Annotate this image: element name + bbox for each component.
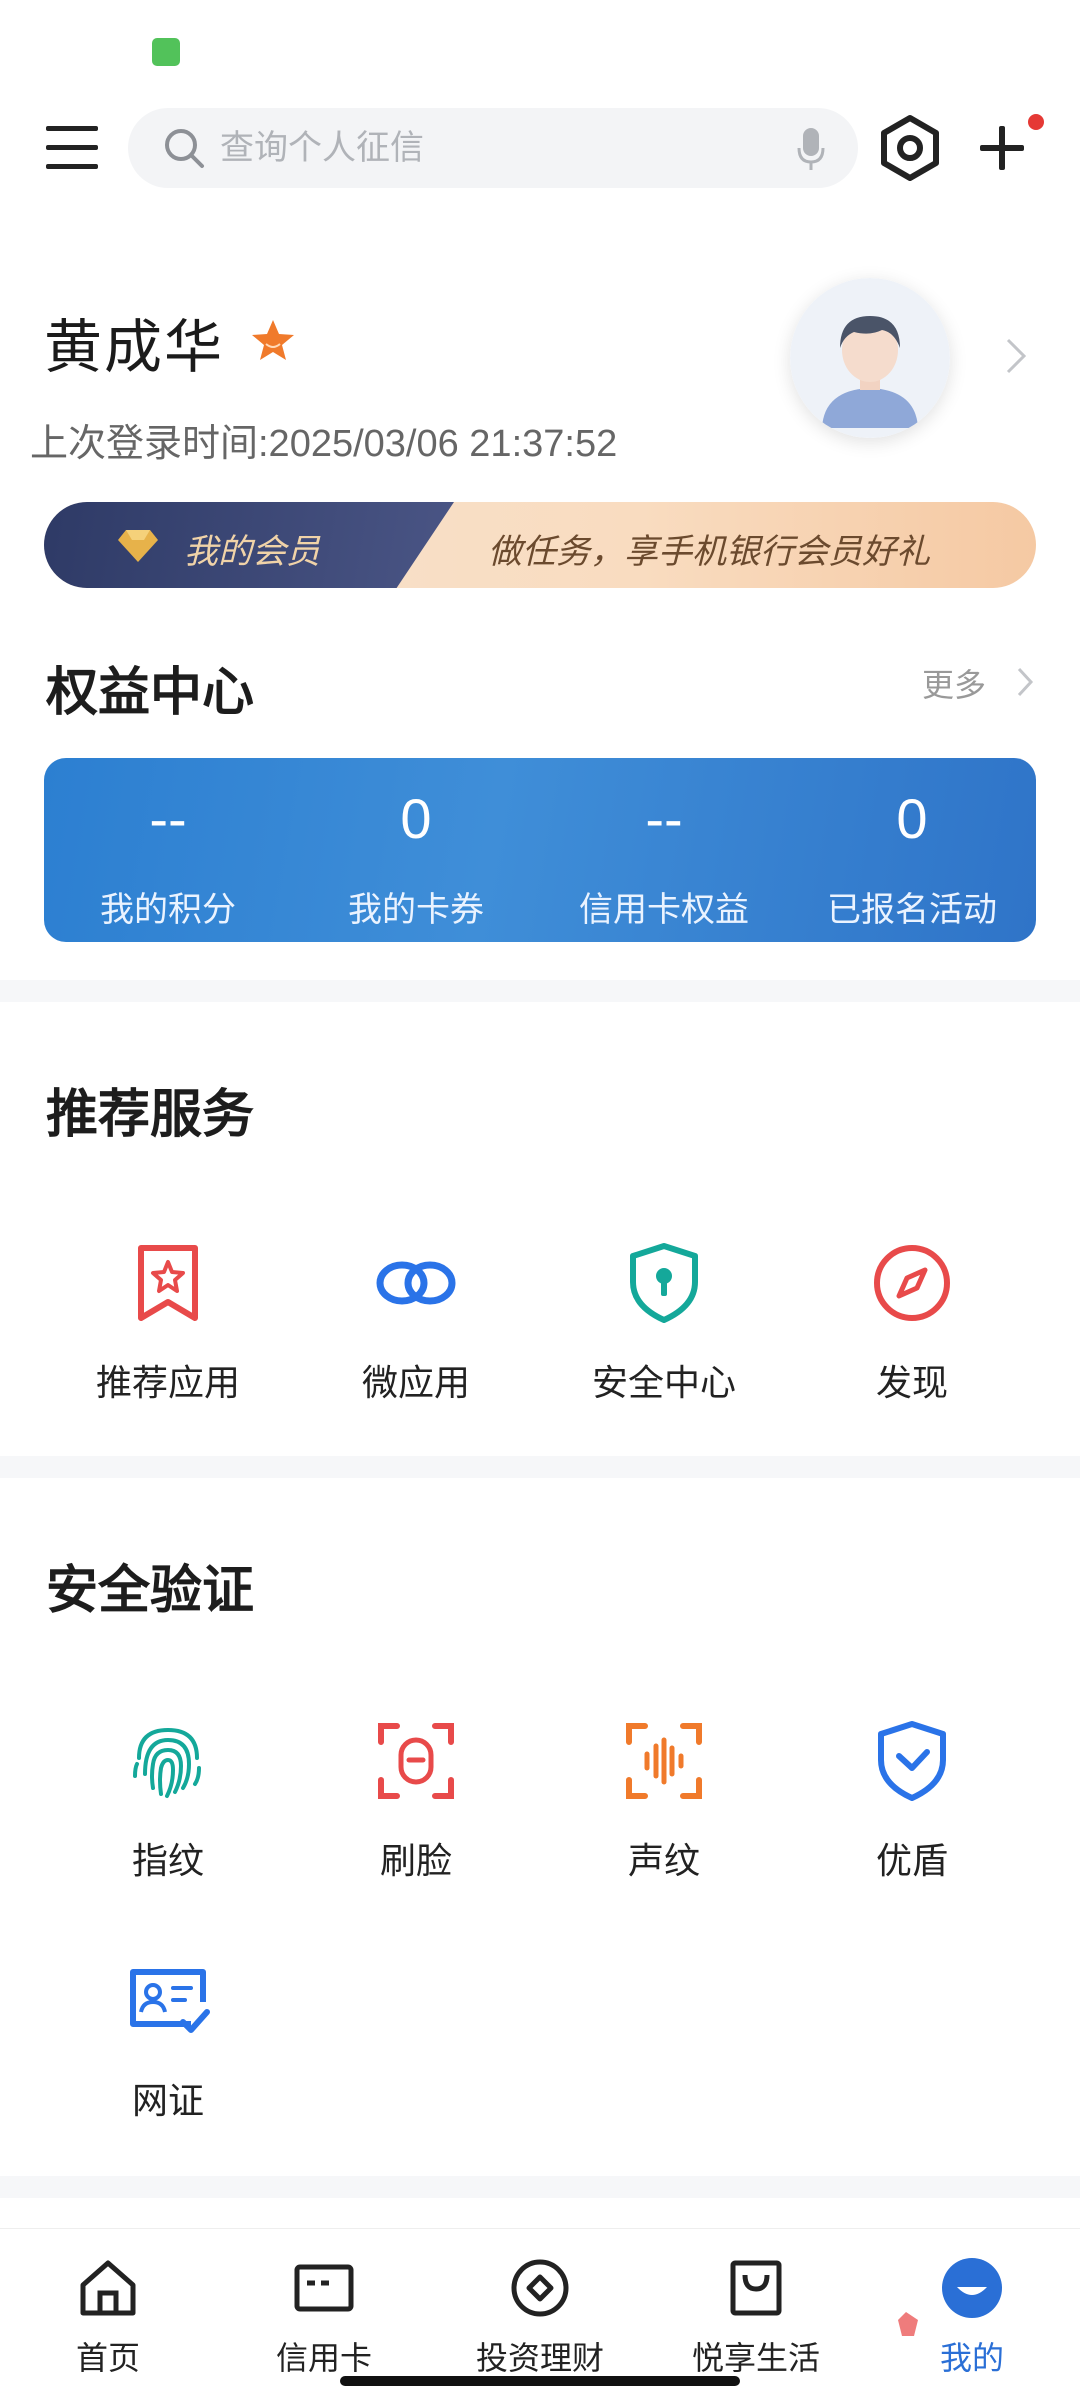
tab-label: 信用卡 bbox=[275, 2340, 372, 2376]
avatar[interactable] bbox=[790, 278, 950, 438]
member-slogan: 做任务，享手机银行会员好礼 bbox=[488, 533, 930, 571]
bookmark-star-icon bbox=[138, 1245, 198, 1321]
top-bar: 查询个人征信 bbox=[0, 100, 1080, 196]
settings-hexagon-icon[interactable] bbox=[876, 114, 944, 182]
rights-label: 已报名活动 bbox=[827, 891, 997, 929]
security-ushield[interactable]: 优盾 bbox=[788, 1718, 1036, 1884]
investment-icon bbox=[511, 2259, 569, 2317]
face-scan-icon bbox=[378, 1723, 454, 1799]
tab-label: 首页 bbox=[75, 2340, 140, 2376]
security-network-id[interactable]: 网证 bbox=[44, 1958, 292, 2124]
id-card-check-icon bbox=[130, 1969, 210, 2033]
member-label: 我的会员 bbox=[184, 533, 320, 571]
shield-check-icon bbox=[878, 1721, 946, 1801]
recommended-title: 推荐服务 bbox=[46, 1086, 255, 1144]
credit-card-icon bbox=[294, 2264, 354, 2312]
rights-value: 0 bbox=[896, 787, 928, 850]
security-label: 优盾 bbox=[875, 1840, 948, 1881]
shopping-bag-icon bbox=[730, 2260, 782, 2316]
tab-home[interactable]: 首页 bbox=[0, 2257, 216, 2379]
service-label: 推荐应用 bbox=[95, 1362, 240, 1403]
profile-header[interactable]: 黄成华 上次登录时间:2025/03/06 21:37:52 bbox=[0, 270, 1080, 470]
service-label: 微应用 bbox=[361, 1362, 470, 1403]
app-notification-icon bbox=[152, 38, 180, 66]
security-voiceprint[interactable]: 声纹 bbox=[540, 1718, 788, 1884]
vip-star-icon bbox=[252, 320, 294, 360]
service-discover[interactable]: 发现 bbox=[788, 1240, 1036, 1406]
member-banner[interactable]: 我的会员 做任务，享手机银行会员好礼 bbox=[44, 502, 1036, 588]
service-label: 发现 bbox=[875, 1362, 948, 1403]
service-label: 安全中心 bbox=[591, 1362, 736, 1403]
more-link[interactable]: 更多 bbox=[922, 660, 986, 706]
section-divider bbox=[0, 980, 1080, 1002]
security-label: 刷脸 bbox=[379, 1840, 452, 1881]
rights-coupons[interactable]: 0 我的卡券 bbox=[292, 758, 540, 942]
watermark-logo bbox=[898, 2312, 918, 2336]
tab-label: 悦享生活 bbox=[691, 2340, 820, 2376]
security-fingerprint[interactable]: 指纹 bbox=[44, 1718, 292, 1884]
service-micro-apps[interactable]: 微应用 bbox=[292, 1240, 540, 1406]
last-login-time: 上次登录时间:2025/03/06 21:37:52 bbox=[30, 423, 618, 465]
menu-icon[interactable] bbox=[44, 122, 102, 174]
compass-icon bbox=[874, 1245, 950, 1321]
service-security-center[interactable]: 安全中心 bbox=[540, 1240, 788, 1406]
security-title: 安全验证 bbox=[46, 1562, 255, 1620]
chevron-right-icon[interactable] bbox=[1004, 336, 1028, 376]
rights-card: -- 我的积分 0 我的卡券 -- 信用卡权益 0 已报名活动 bbox=[44, 758, 1036, 942]
tab-label: 投资理财 bbox=[475, 2340, 604, 2376]
section-divider bbox=[0, 1456, 1080, 1478]
notification-dot bbox=[1028, 114, 1044, 130]
rights-label: 我的卡券 bbox=[348, 891, 484, 929]
security-label: 指纹 bbox=[131, 1840, 204, 1881]
rights-center-title: 权益中心 bbox=[46, 664, 255, 722]
user-name: 黄成华 bbox=[44, 315, 225, 380]
home-indicator bbox=[340, 2376, 740, 2386]
avatar-icon bbox=[790, 278, 950, 438]
rights-credit-card[interactable]: -- 信用卡权益 bbox=[540, 758, 788, 942]
diamond-icon bbox=[118, 530, 158, 562]
tab-credit-card[interactable]: 信用卡 bbox=[216, 2257, 432, 2379]
rights-label: 信用卡权益 bbox=[579, 891, 749, 929]
section-divider bbox=[0, 2176, 1080, 2198]
tab-lifestyle[interactable]: 悦享生活 bbox=[648, 2257, 864, 2379]
rights-value: 0 bbox=[400, 787, 432, 850]
rights-value: -- bbox=[645, 787, 683, 850]
service-recommended-apps[interactable]: 推荐应用 bbox=[44, 1240, 292, 1406]
add-icon[interactable] bbox=[972, 118, 1032, 178]
fingerprint-icon bbox=[133, 1727, 201, 1798]
tab-investment[interactable]: 投资理财 bbox=[432, 2257, 648, 2379]
link-rings-icon bbox=[376, 1261, 456, 1305]
search-bar[interactable]: 查询个人征信 bbox=[128, 108, 858, 188]
search-icon bbox=[165, 129, 204, 168]
search-placeholder: 查询个人征信 bbox=[220, 129, 424, 167]
security-face-scan[interactable]: 刷脸 bbox=[292, 1718, 540, 1884]
rights-activities[interactable]: 0 已报名活动 bbox=[788, 758, 1036, 942]
microphone-icon[interactable] bbox=[796, 126, 826, 172]
security-label: 声纹 bbox=[627, 1840, 700, 1881]
rights-points[interactable]: -- 我的积分 bbox=[44, 758, 292, 942]
status-bar bbox=[0, 0, 1080, 90]
rights-label: 我的积分 bbox=[100, 891, 236, 929]
security-label: 网证 bbox=[131, 2080, 204, 2121]
home-icon bbox=[80, 2260, 136, 2316]
rights-value: -- bbox=[149, 787, 187, 850]
chevron-right-icon[interactable] bbox=[1016, 666, 1034, 698]
voiceprint-icon bbox=[626, 1723, 702, 1799]
shield-keyhole-icon bbox=[630, 1243, 698, 1323]
